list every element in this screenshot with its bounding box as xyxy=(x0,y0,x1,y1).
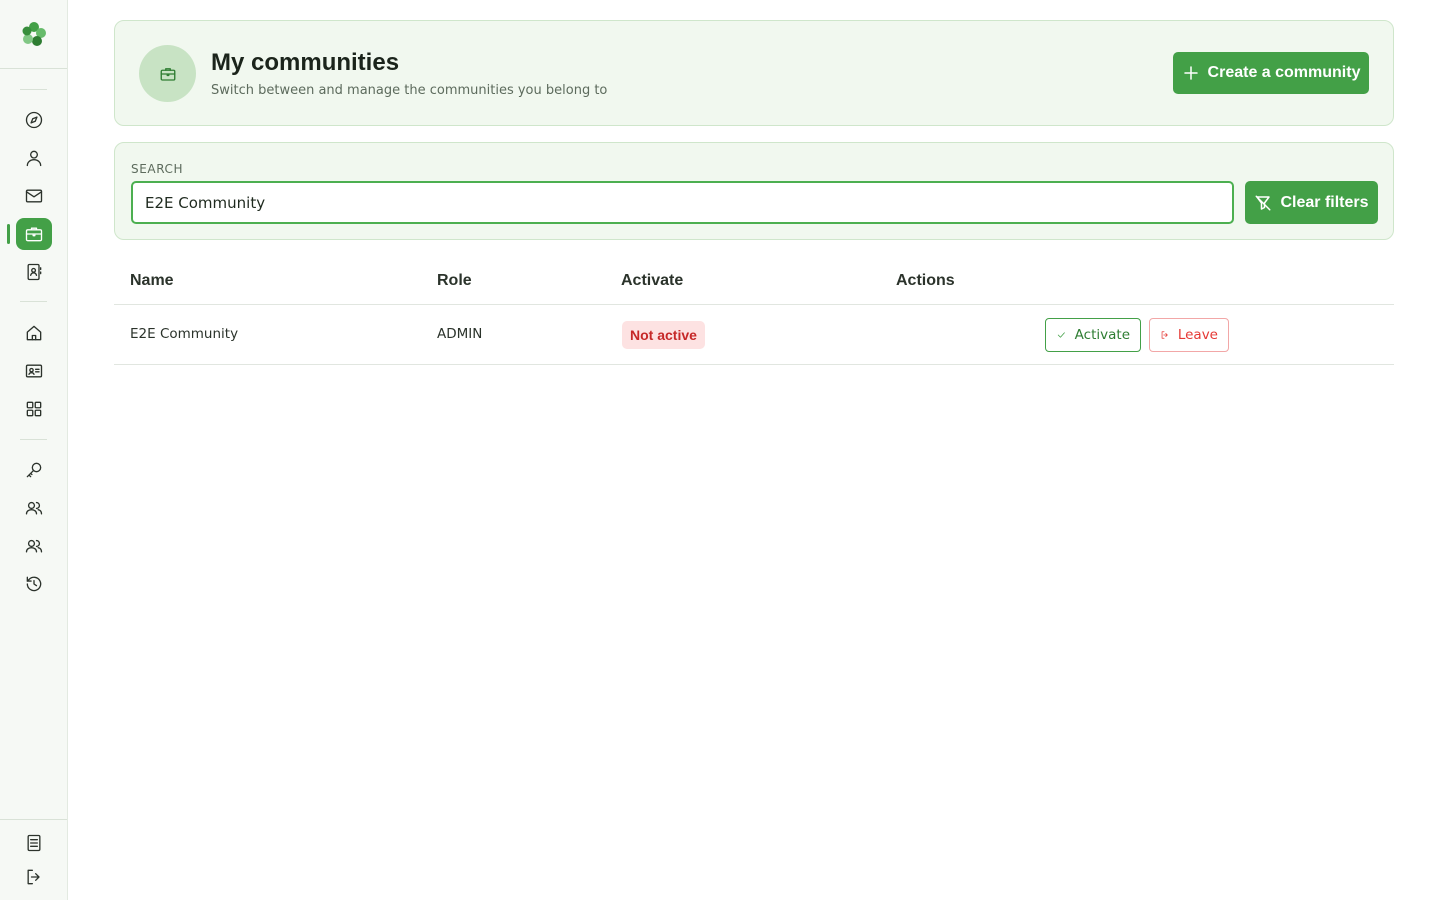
table-header: Name Role Activate Actions xyxy=(114,256,1394,305)
clear-filters-label: Clear filters xyxy=(1280,193,1369,211)
community-role: ADMIN xyxy=(437,326,483,342)
sidebar-item-messages[interactable] xyxy=(16,180,52,212)
sidebar-divider xyxy=(0,68,67,69)
sidebar-item-groups[interactable] xyxy=(16,530,52,562)
sidebar-divider xyxy=(20,301,47,302)
create-community-button[interactable]: Create a community xyxy=(1173,52,1369,94)
mail-icon xyxy=(25,189,43,203)
users-icon xyxy=(25,539,43,553)
column-header-name: Name xyxy=(130,272,174,289)
briefcase-icon xyxy=(160,67,175,81)
sidebar-item-logout[interactable] xyxy=(16,861,52,893)
sidebar-divider xyxy=(20,89,47,90)
search-label: SEARCH xyxy=(131,162,184,176)
home-icon xyxy=(26,325,42,341)
sidebar-item-contacts[interactable] xyxy=(16,256,52,288)
search-panel: SEARCH Clear filters xyxy=(114,142,1394,240)
header-avatar xyxy=(139,45,196,102)
page-subtitle: Switch between and manage the communitie… xyxy=(211,83,608,98)
filter-off-icon xyxy=(1255,195,1271,210)
sidebar-item-history[interactable] xyxy=(16,568,52,600)
sidebar-item-home[interactable] xyxy=(16,317,52,349)
plus-icon xyxy=(1183,66,1198,80)
check-icon xyxy=(1057,332,1065,338)
users-icon xyxy=(25,501,43,515)
status-badge: Not active xyxy=(622,321,705,349)
sidebar-item-id-card[interactable] xyxy=(16,355,52,387)
user-icon xyxy=(26,150,42,167)
communities-table: Name Role Activate Actions E2E Community… xyxy=(114,256,1394,365)
briefcase-icon xyxy=(25,227,43,242)
column-header-role: Role xyxy=(437,272,472,289)
sidebar-item-explore[interactable] xyxy=(16,104,52,136)
community-name: E2E Community xyxy=(130,326,239,342)
active-indicator xyxy=(7,224,10,244)
page-title: My communities xyxy=(211,49,400,76)
activate-button[interactable]: Activate xyxy=(1045,318,1141,352)
id-card-icon xyxy=(25,364,43,378)
activate-label: Activate xyxy=(1074,327,1130,343)
logout-icon xyxy=(1161,331,1168,339)
create-community-label: Create a community xyxy=(1207,64,1361,81)
sidebar-divider xyxy=(20,439,47,440)
leave-label: Leave xyxy=(1177,327,1218,343)
sidebar-item-apps[interactable] xyxy=(16,393,52,425)
grid-icon xyxy=(26,401,42,417)
sidebar xyxy=(0,0,68,900)
logout-icon xyxy=(27,869,40,885)
contact-book-icon xyxy=(27,263,42,281)
compass-icon xyxy=(25,111,43,129)
sidebar-item-docs[interactable] xyxy=(16,827,52,859)
document-icon xyxy=(27,834,41,852)
table-row: E2E Community ADMIN Not active Activate … xyxy=(114,305,1394,365)
page-header: My communities Switch between and manage… xyxy=(114,20,1394,126)
clover-logo-icon[interactable] xyxy=(19,19,49,49)
history-icon xyxy=(26,576,42,592)
key-icon xyxy=(26,462,42,478)
sidebar-item-keys[interactable] xyxy=(16,454,52,486)
sidebar-item-members[interactable] xyxy=(16,492,52,524)
column-header-actions: Actions xyxy=(896,272,955,289)
sidebar-item-profile[interactable] xyxy=(16,142,52,174)
column-header-activate: Activate xyxy=(621,272,684,289)
clear-filters-button[interactable]: Clear filters xyxy=(1245,181,1378,224)
sidebar-item-communities[interactable] xyxy=(16,218,52,250)
leave-button[interactable]: Leave xyxy=(1149,318,1229,352)
search-input[interactable] xyxy=(131,181,1234,224)
sidebar-divider xyxy=(0,819,67,820)
